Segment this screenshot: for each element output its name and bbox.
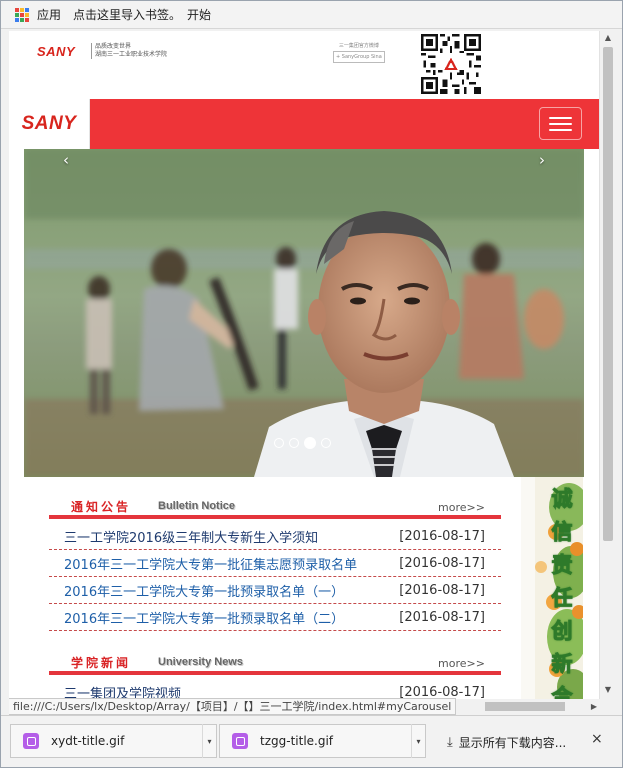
notice-item-date: [2016-08-17] [399,582,485,598]
school-slogan: 品质改变世界 [95,43,132,50]
notice-item-date: [2016-08-17] [399,555,485,571]
notice-item-title: 2016年三一工学院大专第一批预录取名单（二） [64,611,345,627]
page-viewport: SANY 品质改变世界 湖南三一工业职业技术学院 三一集团官方微博 + Sany… [9,31,599,699]
notice-item-title: 2016年三一工学院大专第一批征集志愿预录取名单 [64,557,358,573]
close-icon[interactable]: × [591,731,603,747]
carousel-indicator-dot[interactable] [321,438,331,448]
slogan-char: 创 [551,618,573,643]
carousel-prev-arrow[interactable]: ‹ [56,151,76,169]
qr-code-image [421,34,481,94]
navbar-brand[interactable]: SANY [9,99,90,149]
download-item[interactable]: xydt-title.gif ▾ [10,724,217,758]
news-more-link[interactable]: more>> [438,657,485,670]
show-all-downloads-label: 显示所有下载内容... [458,736,567,750]
hamburger-bar-icon [549,122,572,125]
news-item[interactable]: 三一集团及学院视频 [2016-08-17] [49,679,501,700]
bookmarks-bar: 应用 点击这里导入书签。 开始 [1,1,622,29]
carousel-indicator-dot[interactable] [289,438,299,448]
school-name: 品质改变世界 湖南三一工业职业技术学院 [91,43,167,59]
download-file-name: tzgg-title.gif [260,734,334,748]
notice-item[interactable]: 三一工学院2016级三年制大专新生入学须知 [2016-08-17] [49,523,501,550]
main-navbar: SANY [9,99,599,149]
photo-carousel[interactable]: ‹ › [24,149,584,477]
carousel-slide-image [24,149,584,477]
sany-logo[interactable]: SANY [37,44,75,59]
scroll-up-arrow-icon[interactable]: ▲ [600,31,616,45]
slogan-char: 诚 [551,486,573,511]
news-area: 通知公告 Bulletin Notice more>> 三一工学院2016级三年… [9,477,599,699]
hamburger-bar-icon [549,116,572,119]
import-bookmarks-link[interactable]: 点击这里导入书签。 [73,6,181,23]
slogan-char: 任 [551,585,573,610]
chevron-down-icon[interactable]: ▾ [202,724,216,758]
slogan-char: 信 [551,519,573,544]
download-shelf: xydt-title.gif ▾ tzgg-title.gif ▾ ⤓ 显示所有… [1,715,622,767]
weibo-follow-chip[interactable]: + SanyGroup Sina [333,51,385,63]
news-item-date: [2016-08-17] [399,684,485,700]
scrollbar-corner [599,699,615,714]
notice-section-header: 通知公告 Bulletin Notice more>> [49,497,501,519]
notice-title-cn: 通知公告 [71,500,132,514]
carousel-next-arrow[interactable]: › [532,151,552,169]
slogan-char: 新 [551,651,573,676]
notice-more-link[interactable]: more>> [438,501,485,514]
carousel-indicator-dot-active[interactable] [304,437,316,449]
notice-item[interactable]: 2016年三一工学院大专第一批征集志愿预录取名单 [2016-08-17] [49,550,501,577]
notice-item-title: 2016年三一工学院大专第一批预录取名单（一） [64,584,345,600]
download-item[interactable]: tzgg-title.gif ▾ [219,724,426,758]
slogan-char: 责 [551,552,573,577]
horizontal-scroll-thumb[interactable] [485,702,565,711]
notice-title-en: Bulletin Notice [158,500,236,512]
notice-item[interactable]: 2016年三一工学院大专第一批预录取名单（一） [2016-08-17] [49,577,501,604]
browser-window: 应用 点击这里导入书签。 开始 SANY 品质改变世界 湖南三一工业职业技术学院… [0,0,623,768]
vertical-scroll-thumb[interactable] [603,47,613,541]
download-arrow-icon: ⤓ [447,735,453,750]
notice-item[interactable]: 2016年三一工学院大专第一批预录取名单（二） [2016-08-17] [49,604,501,631]
chevron-down-icon[interactable]: ▾ [411,724,425,758]
navbar-logo-text: SANY [21,113,77,134]
news-title-en: University News [158,656,243,668]
notice-item-title: 三一工学院2016级三年制大专新生入学须知 [64,530,319,546]
weibo-follow[interactable]: 三一集团官方微博 + SanyGroup Sina [333,41,385,63]
scroll-right-arrow-icon[interactable]: ▶ [591,699,597,714]
image-file-icon [23,733,39,749]
school-title: 湖南三一工业职业技术学院 [95,51,168,58]
download-file-name: xydt-title.gif [51,734,125,748]
slogan-char: 合 [551,684,573,699]
apps-grid-icon[interactable] [15,7,29,22]
image-file-icon [232,733,248,749]
apps-bookmark[interactable]: 应用 [37,6,61,23]
notice-list: 三一工学院2016级三年制大专新生入学须知 [2016-08-17] 2016年… [49,523,501,631]
carousel-indicator-dot[interactable] [274,438,284,448]
menu-toggle-button[interactable] [539,107,582,140]
carousel-indicators [274,437,331,449]
horizontal-scrollbar[interactable]: ▶ [481,699,599,714]
notice-item-date: [2016-08-17] [399,528,485,544]
show-all-downloads-link[interactable]: ⤓ 显示所有下载内容... [447,734,566,751]
hamburger-bar-icon [549,128,572,131]
slogan-banner: 诚 信 责 任 创 新 合 [521,477,583,699]
scroll-down-arrow-icon[interactable]: ▼ [600,683,616,697]
vertical-scrollbar[interactable]: ▲ ▼ [599,31,615,699]
site-top-strip: SANY 品质改变世界 湖南三一工业职业技术学院 三一集团官方微博 + Sany… [9,31,599,99]
start-link[interactable]: 开始 [187,6,211,23]
news-list: 三一集团及学院视频 [2016-08-17] [49,679,501,700]
status-url-bubble: file:///C:/Users/lx/Desktop/Array/【项目】/【… [9,698,457,715]
notice-item-date: [2016-08-17] [399,609,485,625]
news-section-header: 学院新闻 University News more>> [49,653,501,675]
news-item-title: 三一集团及学院视频 [64,686,182,700]
slogan-text: 诚 信 责 任 创 新 合 [546,486,578,699]
weibo-label: 三一集团官方微博 [338,43,379,49]
news-title-cn: 学院新闻 [71,656,132,670]
